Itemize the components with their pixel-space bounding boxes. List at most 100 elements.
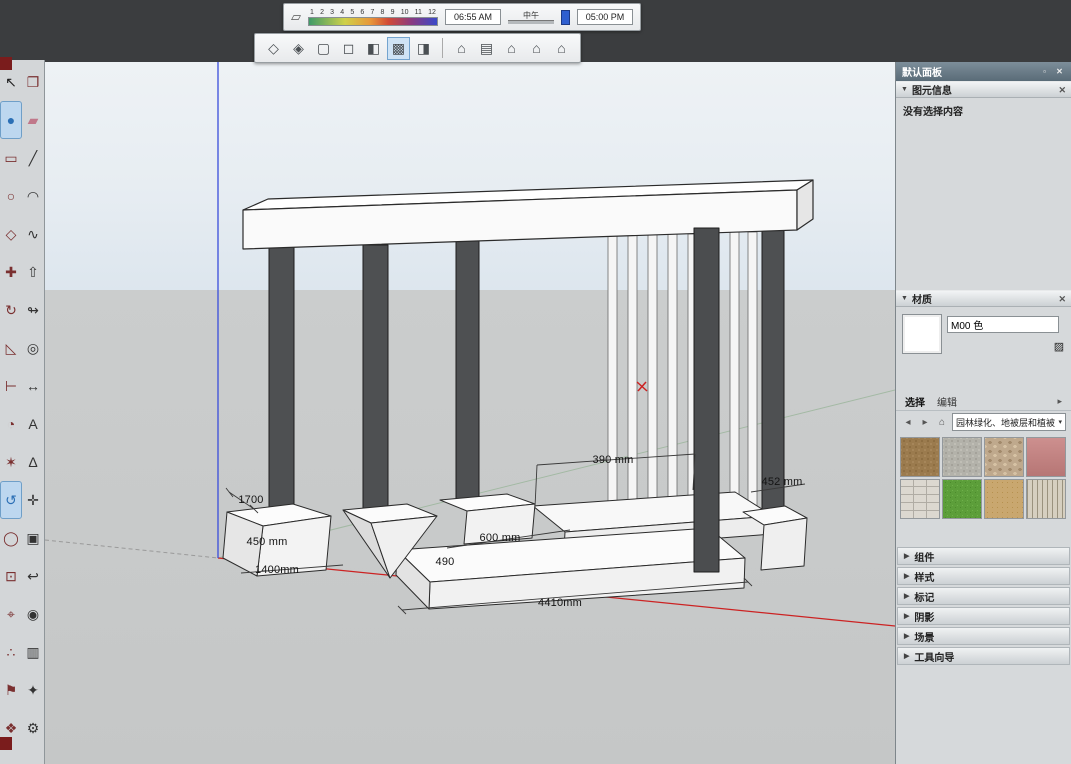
arc-tool[interactable]: ◠	[22, 177, 44, 215]
materials-close-icon[interactable]: ✕	[1058, 294, 1066, 304]
rectangle-tool[interactable]: ▭	[0, 139, 22, 177]
panel-section-scenes[interactable]: ▶场景	[897, 627, 1070, 645]
protractor-tool[interactable]: ◔	[0, 405, 22, 443]
material-swatch-sand-tan[interactable]	[984, 479, 1024, 519]
top-slab[interactable]	[243, 180, 813, 249]
orbit-tool[interactable]: ↺	[0, 481, 22, 519]
materials-title: 材质	[912, 291, 932, 306]
material-swatch-grass-green[interactable]	[942, 479, 982, 519]
scale-tool[interactable]: ◺	[0, 329, 22, 367]
eraser-tool[interactable]: ▰	[22, 101, 44, 139]
panel-section-label: 组件	[914, 549, 934, 564]
month-label: 2	[320, 9, 324, 17]
materials-header[interactable]: ▼ 材质 ✕	[896, 290, 1071, 307]
panel-section-components[interactable]: ▶ 组件	[897, 547, 1070, 565]
x-ray-mode-icon[interactable]: ◇	[262, 37, 285, 60]
entity-info-close-icon[interactable]: ✕	[1058, 85, 1066, 95]
panel-section-instructor[interactable]: ▶工具向导	[897, 647, 1070, 665]
details-arrow-icon[interactable]: ▸	[1057, 396, 1062, 407]
monochrome-mode-icon[interactable]: ◨	[412, 37, 435, 60]
time-slider-track[interactable]	[508, 20, 554, 24]
materials-tab-select[interactable]: 选择	[905, 394, 925, 409]
zoom-window-tool[interactable]: ▣	[22, 519, 44, 557]
material-swatch-brick-light[interactable]	[900, 479, 940, 519]
top-view-icon[interactable]: ▤	[475, 37, 498, 60]
pergola-geometry[interactable]	[223, 180, 813, 609]
material-swatch-gravel-brown[interactable]	[900, 437, 940, 477]
shaded-mode-icon[interactable]: ◧	[362, 37, 385, 60]
panel-section-tags[interactable]: ▶标记	[897, 587, 1070, 605]
dimension-tool[interactable]: ↔	[22, 367, 44, 405]
pan-tool[interactable]: ✛	[22, 481, 44, 519]
axes-tool[interactable]: ✶	[0, 443, 22, 481]
time-slider[interactable]: 中午	[508, 11, 554, 24]
create-material-icon[interactable]: ▨	[1052, 339, 1066, 353]
pergola-model[interactable]	[45, 60, 895, 764]
follow-me-tool[interactable]: ↬	[22, 291, 44, 329]
date-slider[interactable]: 123456789101112	[308, 9, 438, 26]
model-info-tool[interactable]: ✦	[22, 671, 44, 709]
line-tool[interactable]: ╱	[22, 139, 44, 177]
panel-section-shadows[interactable]: ▶阴影	[897, 607, 1070, 625]
materials-tab-edit[interactable]: 编辑	[937, 394, 957, 409]
zoom-extents-tool[interactable]: ⊡	[0, 557, 22, 595]
modeling-viewport[interactable]: 1700450 mm1400mm600 mm4904410mm390 mm452…	[45, 60, 895, 764]
right-view-icon[interactable]: ⌂	[525, 37, 548, 60]
forward-icon[interactable]: ▸	[918, 415, 932, 429]
dimension-label: 490	[436, 556, 455, 568]
add-location-tool[interactable]: ⚑	[0, 671, 22, 709]
material-swatch-gravel-gray[interactable]	[942, 437, 982, 477]
iso-view-icon[interactable]: ⌂	[450, 37, 473, 60]
offset-tool[interactable]: ◎	[22, 329, 44, 367]
month-label: 7	[370, 9, 374, 17]
material-swatch-fence-slats[interactable]	[1026, 479, 1066, 519]
material-swatch-tile-rose[interactable]	[1026, 437, 1066, 477]
no-selection-text: 没有选择内容	[903, 107, 963, 118]
right-footing[interactable]	[743, 506, 807, 570]
back-edges-mode-icon[interactable]: ◈	[287, 37, 310, 60]
3d-text-tool[interactable]: Δ	[22, 443, 44, 481]
expand-icon: ▶	[904, 552, 909, 560]
position-camera-tool[interactable]: ⌖	[0, 595, 22, 633]
section-plane-tool[interactable]: ▥	[22, 633, 44, 671]
hidden-line-mode-icon[interactable]: ◻	[337, 37, 360, 60]
time-end-field[interactable]: 05:00 PM	[577, 9, 633, 25]
entity-info-header[interactable]: ▼ 图元信息 ✕	[896, 81, 1071, 98]
push-pull-tool[interactable]: ⇧	[22, 253, 44, 291]
paint-bucket-tool[interactable]: ●	[0, 101, 22, 139]
circle-tool[interactable]: ○	[0, 177, 22, 215]
front-view-icon[interactable]: ⌂	[500, 37, 523, 60]
settings-tool[interactable]: ⚙	[22, 709, 44, 747]
wireframe-mode-icon[interactable]: ▢	[312, 37, 335, 60]
panel-titlebar[interactable]: 默认面板 ▫ ✕	[896, 62, 1071, 81]
walk-tool[interactable]: ∴	[0, 633, 22, 671]
previous-view-tool[interactable]: ↩	[22, 557, 44, 595]
in-model-house-icon[interactable]: ⌂	[935, 415, 949, 429]
panel-pin-icon[interactable]: ▫	[1039, 66, 1050, 77]
polygon-tool[interactable]: ◇	[0, 215, 22, 253]
materials-tabs: 选择编辑 ▸	[896, 392, 1071, 411]
text-tool[interactable]: A	[22, 405, 44, 443]
date-gradient-bar[interactable]	[308, 17, 438, 26]
time-slider-thumb[interactable]	[561, 10, 570, 25]
zoom-tool[interactable]: ◯	[0, 519, 22, 557]
back-view-icon[interactable]: ⌂	[550, 37, 573, 60]
make-component-tool[interactable]: ❐	[22, 63, 44, 101]
look-around-tool[interactable]: ◉	[22, 595, 44, 633]
shadow-toggle-icon[interactable]: ▱	[291, 9, 301, 25]
back-icon[interactable]: ◂	[901, 415, 915, 429]
material-preview[interactable]	[902, 314, 942, 354]
tape-measure-tool[interactable]: ⊢	[0, 367, 22, 405]
material-swatch-pebbles-tan[interactable]	[984, 437, 1024, 477]
textured-mode-icon[interactable]: ▩	[387, 37, 410, 60]
slat-screen[interactable]	[608, 232, 757, 508]
freehand-tool[interactable]: ∿	[22, 215, 44, 253]
move-tool[interactable]: ✚	[0, 253, 22, 291]
material-category-dropdown[interactable]: 园林绿化、地被层和植被 ▾	[952, 413, 1066, 431]
panel-section-styles[interactable]: ▶样式	[897, 567, 1070, 585]
panel-close-icon[interactable]: ✕	[1054, 66, 1065, 77]
large-tool-set: ↖❐●▰▭╱○◠◇∿✚⇧↻↬◺◎⊢↔◔A✶Δ↺✛◯▣⊡↩⌖◉∴▥⚑✦❖⚙	[0, 60, 45, 764]
time-start-field[interactable]: 06:55 AM	[445, 9, 501, 25]
material-name-input[interactable]	[947, 316, 1059, 333]
rotate-tool[interactable]: ↻	[0, 291, 22, 329]
